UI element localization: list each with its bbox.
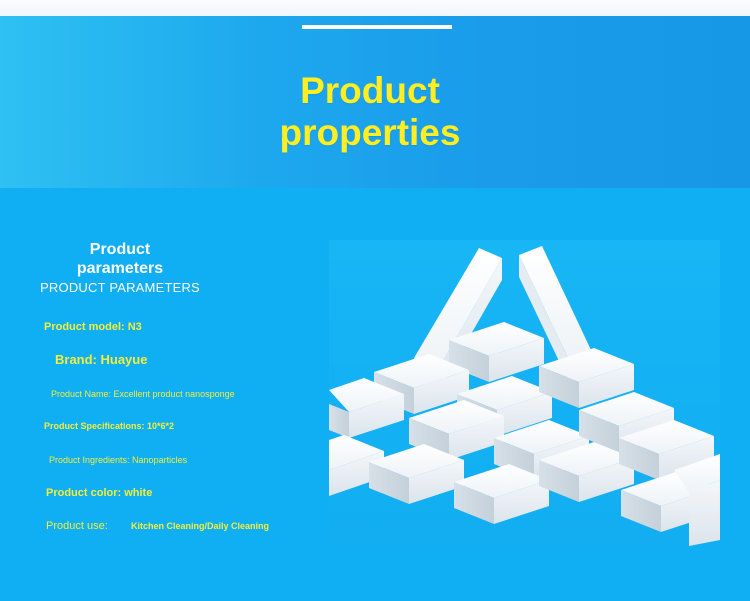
section-title-line2: properties bbox=[279, 112, 461, 153]
section-title: Product properties bbox=[0, 70, 740, 154]
params-title-line2: parameters bbox=[76, 260, 164, 277]
product-model: Product model: N3 bbox=[44, 321, 142, 333]
product-parameters-panel: Product parameters PRODUCT PARAMETERS Pr… bbox=[40, 240, 330, 540]
params-subtitle: PRODUCT PARAMETERS bbox=[40, 280, 200, 295]
params-title-line1: Product bbox=[89, 241, 151, 258]
product-color: Product color: white bbox=[46, 487, 153, 499]
product-use-label: Product use: bbox=[46, 520, 108, 532]
product-photo bbox=[329, 240, 720, 546]
product-brand: Brand: Huayue bbox=[55, 352, 148, 367]
product-ingredients: Product Ingredients: Nanoparticles bbox=[49, 455, 188, 465]
top-strip bbox=[0, 0, 750, 16]
product-name: Product Name: Excellent product nanospon… bbox=[51, 389, 235, 399]
product-specifications: Product Specifications: 10*6*2 bbox=[44, 421, 175, 431]
params-title: Product parameters bbox=[40, 240, 200, 278]
section-title-line1: Product bbox=[300, 70, 440, 111]
product-use-value: Kitchen Cleaning/Daily Cleaning bbox=[131, 521, 270, 531]
sponge-blocks-illustration bbox=[329, 246, 720, 546]
top-accent-bar bbox=[302, 25, 452, 29]
